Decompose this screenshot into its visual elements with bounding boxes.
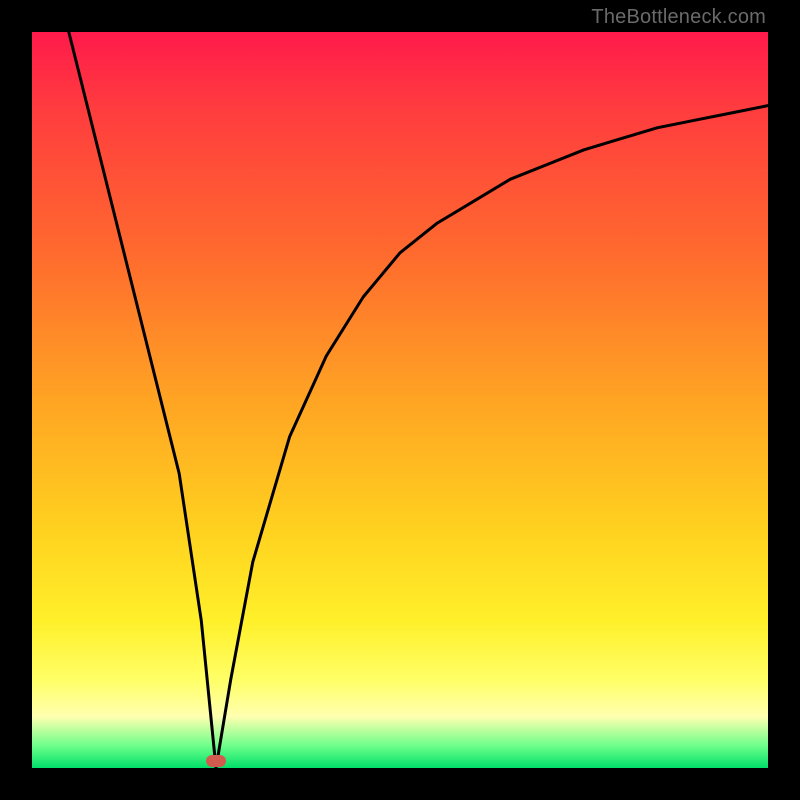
plot-area <box>32 32 768 768</box>
chart-frame: TheBottleneck.com <box>0 0 800 800</box>
bottleneck-curve <box>32 32 768 768</box>
minimum-marker <box>206 755 226 767</box>
attribution-text: TheBottleneck.com <box>591 6 766 29</box>
